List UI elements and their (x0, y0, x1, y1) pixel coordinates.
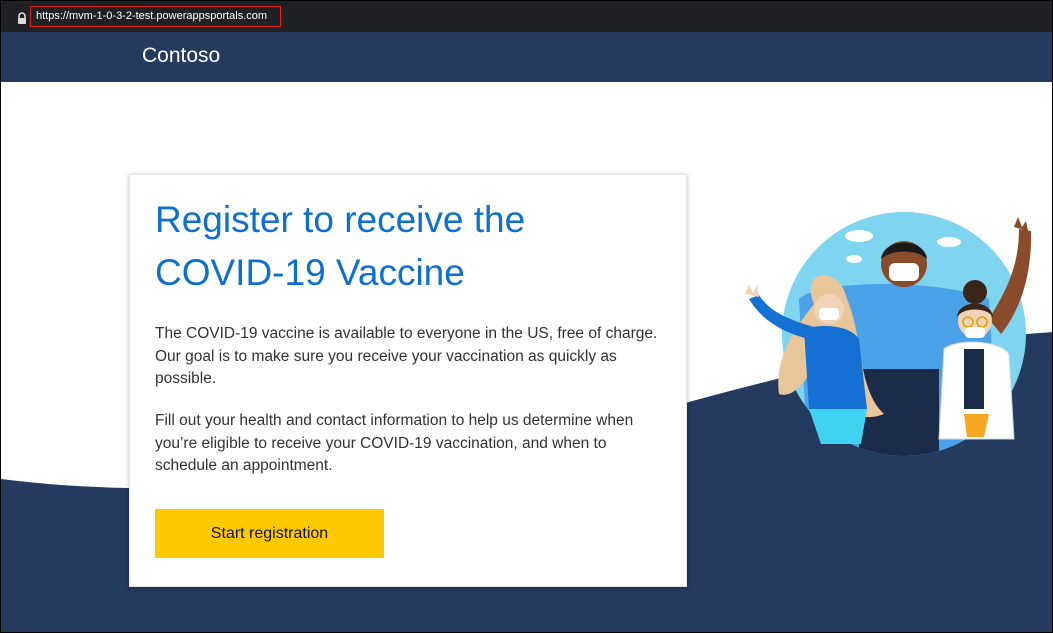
address-bar: https://mvm-1-0-3-2-test.powerappsportal… (1, 1, 1052, 32)
browser-window: https://mvm-1-0-3-2-test.powerappsportal… (0, 0, 1053, 633)
info-paragraph: Fill out your health and contact informa… (155, 412, 634, 474)
brand-name[interactable]: Contoso (142, 44, 220, 68)
intro-paragraph: The COVID-19 vaccine is available to eve… (155, 325, 658, 387)
page-title: Register to receive the COVID-19 Vaccine (155, 199, 526, 293)
registration-card: Register to receive the COVID-19 Vaccine… (129, 174, 687, 587)
vaccine-people-illustration (745, 212, 1032, 456)
url-field[interactable]: https://mvm-1-0-3-2-test.powerappsportal… (30, 6, 281, 27)
site-header: Contoso (1, 32, 1052, 82)
lock-icon (16, 12, 28, 26)
start-registration-button[interactable]: Start registration (155, 509, 384, 558)
